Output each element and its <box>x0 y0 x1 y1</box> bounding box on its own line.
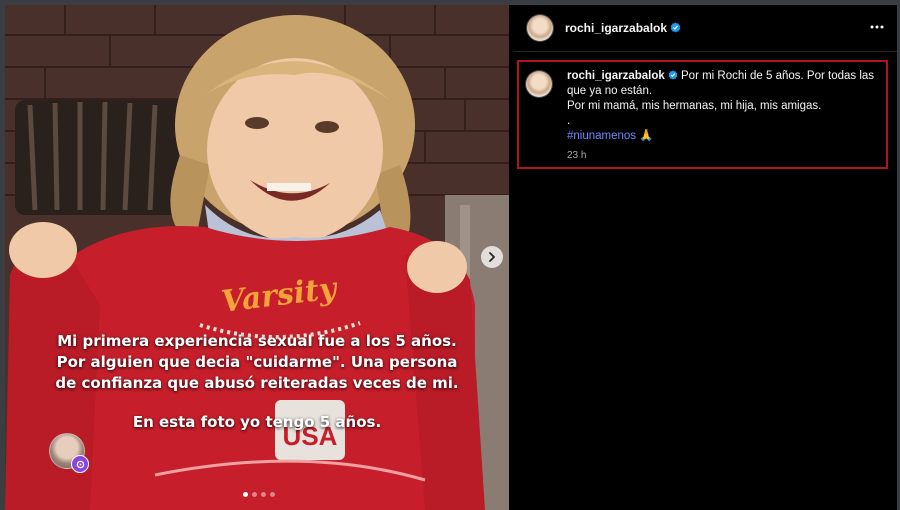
reel-tag-icon[interactable] <box>71 455 89 473</box>
pray-emoji: 🙏 <box>639 130 654 142</box>
overlay-text-line-4: En esta foto yo tengo 5 años. <box>132 413 382 431</box>
post-timestamp[interactable]: 23 h <box>567 150 586 161</box>
author-avatar[interactable] <box>527 15 553 41</box>
verified-badge-icon <box>668 70 678 80</box>
chevron-right-icon <box>489 252 495 262</box>
post-side-panel: rochi_igarzabalok rochi_igarzabalok Por … <box>513 5 897 510</box>
hashtag-link[interactable]: #niunamenos <box>567 130 636 142</box>
overlay-text-line-2: Por alguien que decia "cuidarme". Una pe… <box>56 353 458 371</box>
instagram-post-window: Varsity USA Mi primera experiencia sexua… <box>5 5 897 510</box>
caption-line-3: . <box>567 115 571 127</box>
post-header: rochi_igarzabalok <box>513 5 897 52</box>
post-media[interactable]: Varsity USA Mi primera experiencia sexua… <box>5 5 509 510</box>
overlay-text-line-1: Mi primera experiencia sexual fue a los … <box>57 332 457 350</box>
carousel-dot <box>243 492 248 497</box>
carousel-dot <box>270 492 275 497</box>
post-caption: rochi_igarzabalok Por mi Rochi de 5 años… <box>567 69 887 144</box>
caption-line-2: Por mi mamá, mis hermanas, mi hija, mis … <box>567 100 822 112</box>
verified-badge-icon <box>670 22 681 33</box>
carousel-indicator <box>243 492 275 497</box>
overlay-text-line-3: de confianza que abusó reiteradas veces … <box>55 374 459 392</box>
more-options-icon[interactable] <box>869 19 885 35</box>
carousel-dot <box>261 492 266 497</box>
caption-username[interactable]: rochi_igarzabalok <box>567 70 665 82</box>
author-username-link[interactable]: rochi_igarzabalok <box>565 21 681 35</box>
post-photo: Varsity USA <box>5 5 509 510</box>
carousel-next-button[interactable] <box>481 246 503 268</box>
author-username[interactable]: rochi_igarzabalok <box>565 21 667 35</box>
carousel-dot <box>252 492 257 497</box>
caption-author-avatar[interactable] <box>526 71 552 97</box>
